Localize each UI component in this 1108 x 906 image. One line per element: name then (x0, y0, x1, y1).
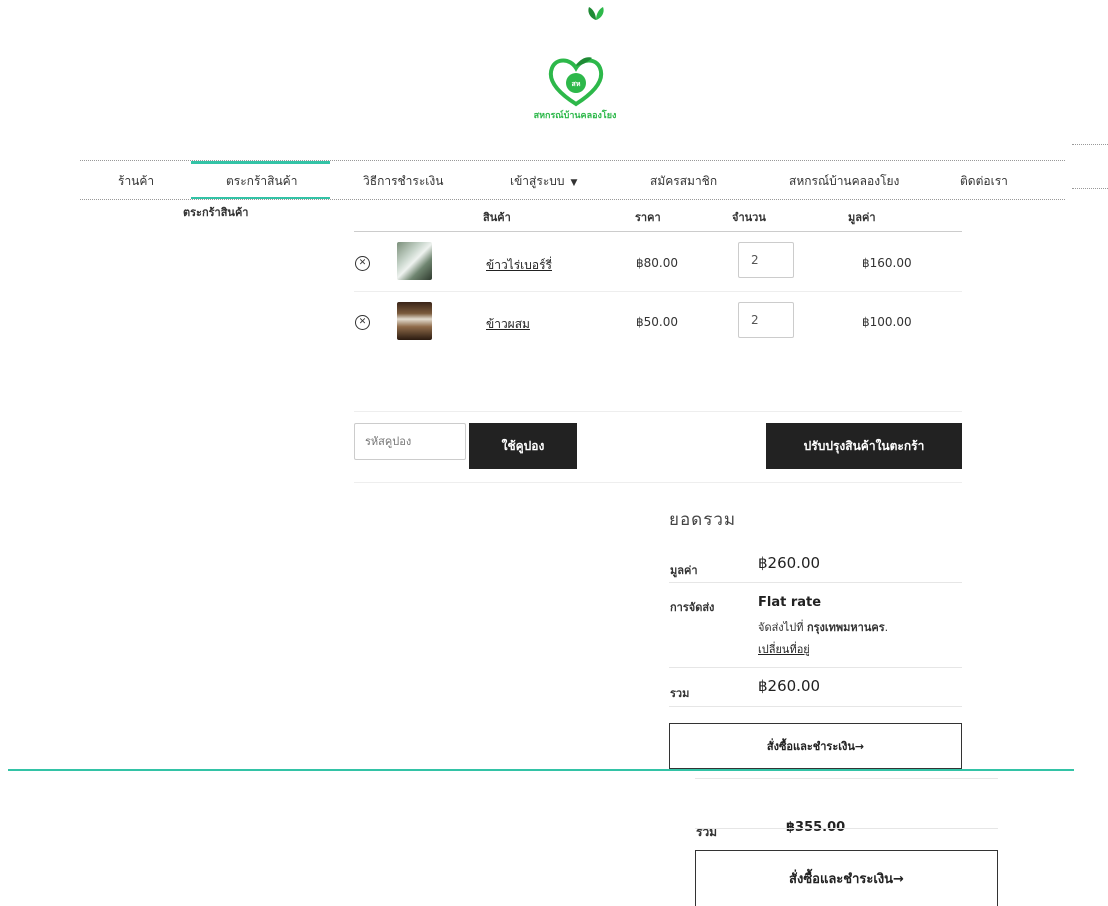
section-divider (8, 769, 1074, 771)
totals-divider (695, 828, 998, 829)
logo-monogram: สห (572, 80, 581, 88)
nav-extension-line (1072, 144, 1108, 145)
product-thumbnail[interactable] (397, 242, 432, 280)
change-address-link[interactable]: เปลี่ยนที่อยู่ (758, 640, 810, 658)
subtotal-value: ฿260.00 (758, 554, 821, 572)
row-divider (354, 482, 962, 483)
product-name-link[interactable]: ข้าวไร่เบอร์รี่ (486, 256, 552, 275)
product-price: ฿50.00 (636, 315, 678, 329)
coupon-input[interactable] (354, 423, 466, 460)
shipping-label: การจัดส่ง (670, 601, 715, 614)
quantity-input[interactable] (738, 242, 794, 278)
page-title: ตระกร้าสินค้า (183, 206, 249, 219)
update-cart-button[interactable]: ปรับปรุงสินค้าในตะกร้า (766, 423, 962, 469)
nav-item-contact[interactable]: ติดต่อเรา (960, 172, 1008, 188)
nav-bottom-border (80, 199, 1065, 200)
nav-item-register[interactable]: สมัครสมาชิก (650, 172, 717, 188)
leaf-icon (588, 7, 604, 20)
col-header-product: สินค้า (483, 211, 511, 224)
totals-divider (669, 667, 962, 668)
overlay-checkout-button[interactable]: สั่งซื้อและชำระเงิน→ (695, 850, 998, 906)
nav-extension-line (1072, 188, 1108, 189)
totals-divider (695, 778, 998, 779)
apple-heart-logo[interactable]: สห (544, 52, 608, 108)
product-thumbnail[interactable] (397, 302, 432, 340)
product-subtotal: ฿160.00 (862, 256, 912, 270)
apply-coupon-button[interactable]: ใช้คูปอง (469, 423, 577, 469)
totals-divider (669, 582, 962, 583)
total-label: รวม (670, 687, 690, 700)
remove-item-icon[interactable]: ✕ (355, 315, 370, 330)
table-header-border (354, 231, 962, 232)
row-divider (354, 411, 962, 412)
nav-item-cart[interactable]: ตระกร้าสินค้า (226, 172, 297, 188)
total-value: ฿260.00 (758, 677, 821, 695)
caret-down-icon: ▼ (570, 178, 578, 188)
shipping-destination: จัดส่งไปที่ กรุงเทพมหานคร. (758, 621, 889, 634)
site-name: สหกรณ์บ้านคลองโยง (533, 111, 617, 121)
quantity-input[interactable] (738, 302, 794, 338)
product-price: ฿80.00 (636, 256, 678, 270)
nav-item-about[interactable]: สหกรณ์บ้านคลองโยง (789, 172, 899, 188)
totals-divider (669, 706, 962, 707)
cart-totals-title: ยอดรวม (669, 510, 737, 530)
subtotal-label: มูลค่า (670, 564, 698, 577)
col-header-subtotal: มูลค่า (848, 211, 876, 224)
remove-item-icon[interactable]: ✕ (355, 256, 370, 271)
nav-active-indicator (191, 197, 330, 199)
product-name-link[interactable]: ข้าวผสม (486, 315, 530, 334)
shipping-method: Flat rate (758, 595, 822, 610)
overlay-total-label: รวม (696, 825, 718, 839)
row-divider (354, 291, 962, 292)
nav-active-indicator (191, 161, 330, 164)
product-subtotal: ฿100.00 (862, 315, 912, 329)
col-header-price: ราคา (635, 211, 661, 224)
nav-item-payment[interactable]: วิธีการชำระเงิน (363, 172, 443, 188)
checkout-button[interactable]: สั่งซื้อและชำระเงิน→ (669, 723, 962, 769)
nav-item-login[interactable]: เข้าสู่ระบบ ▼ (510, 172, 577, 188)
nav-item-shop[interactable]: ร้านค้า (118, 172, 154, 188)
col-header-quantity: จำนวน (732, 211, 766, 224)
